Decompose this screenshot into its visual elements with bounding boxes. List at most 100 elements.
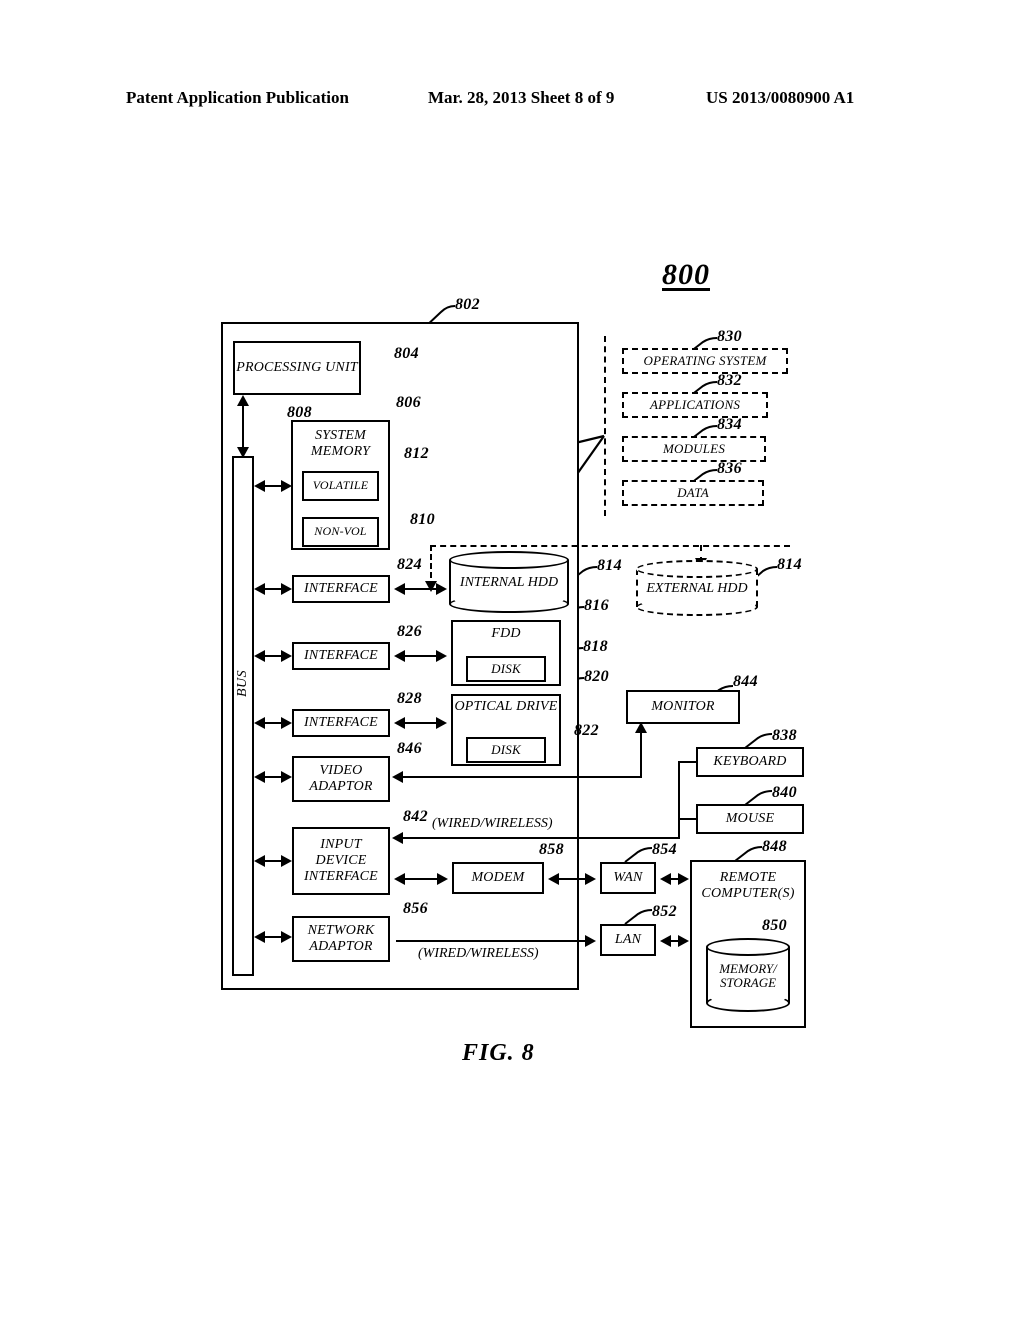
bus-memory-arrow-right [281, 480, 292, 492]
ref-840: 840 [772, 784, 797, 801]
input-kbd-mouse-line [396, 837, 680, 839]
input-modem-arrow-left [394, 873, 405, 885]
interface-optical-label: INTERFACE [304, 715, 378, 731]
lan-block: LAN [600, 924, 656, 956]
external-hdd-route-top [430, 545, 790, 547]
external-hdd-cylinder: EXTERNAL HDD [636, 560, 758, 616]
ref-814-external: 814 [777, 556, 802, 573]
ref-858: 858 [539, 841, 564, 858]
internal-hdd-cylinder: INTERNAL HDD [449, 551, 569, 613]
operating-system-label: OPERATING SYSTEM [643, 352, 767, 368]
memory-storage-top-ellipse [706, 938, 790, 956]
system-memory-label: SYSTEM MEMORY [310, 428, 371, 460]
video-adaptor-block: VIDEO ADAPTOR [292, 756, 390, 802]
interface-fdd-label: INTERFACE [304, 648, 378, 664]
modules-label: MODULES [662, 440, 726, 456]
if826-fdd-arrow-left [394, 650, 405, 662]
optical-disk-block: DISK [466, 737, 546, 763]
mouse-block: MOUSE [696, 804, 804, 834]
wan-label: WAN [613, 870, 643, 886]
wan-remote-arrow-left [660, 873, 671, 885]
modem-label: MODEM [471, 870, 525, 886]
modem-block: MODEM [452, 862, 544, 894]
keyboard-label: KEYBOARD [713, 754, 787, 770]
kbd-branch [678, 761, 698, 763]
bus-if824-arrow-right [281, 583, 292, 595]
bus-if824-arrow-left [254, 583, 265, 595]
fdd-disk-label: DISK [491, 660, 521, 676]
ref-826: 826 [397, 623, 422, 640]
if828-optical-arrow-right [436, 717, 447, 729]
external-hdd-bottom-ellipse [636, 598, 758, 616]
bus-video-arrow-left [254, 771, 265, 783]
internal-hdd-label: INTERNAL HDD [459, 575, 559, 591]
input-kbd-mouse-arrow-left [392, 832, 403, 844]
modem-wan-arrow-left [548, 873, 559, 885]
ref-844: 844 [733, 673, 758, 690]
publication-date-sheet-label: Mar. 28, 2013 Sheet 8 of 9 [428, 88, 615, 107]
monitor-block: MONITOR [626, 690, 740, 724]
video-monitor-arrow-left [392, 771, 403, 783]
if824-hdd-arrow-right [436, 583, 447, 595]
page-header: Patent Application Publication Mar. 28, … [0, 88, 1024, 114]
bus-if828-arrow-left [254, 717, 265, 729]
input-modem-arrow-right [437, 873, 448, 885]
modules-block: MODULES [622, 436, 766, 462]
memory-storage-bottom-ellipse [706, 994, 790, 1012]
external-hdd-label: EXTERNAL HDD [646, 581, 748, 597]
kbd-mouse-trunk [678, 762, 680, 838]
memory-storage-cylinder: MEMORY/ STORAGE [706, 938, 790, 1012]
wan-remote-arrow-right [678, 873, 689, 885]
bus-if826-arrow-left [254, 650, 265, 662]
bus-label: BUS [235, 669, 250, 697]
ref-824: 824 [397, 556, 422, 573]
video-monitor-arrow-up [635, 722, 647, 733]
processing-unit-label: PROCESSING UNIT [236, 360, 358, 376]
ref-822: 822 [574, 722, 599, 739]
bus-video-arrow-right [281, 771, 292, 783]
mouse-branch [678, 818, 698, 820]
network-adaptor-label: NETWORK ADAPTOR [307, 923, 375, 954]
applications-block: APPLICATIONS [622, 392, 768, 418]
input-device-interface-label: INPUT DEVICE INTERFACE [304, 837, 378, 884]
processing-unit-block: PROCESSING UNIT [233, 341, 361, 395]
external-hdd-route-arrow [425, 581, 437, 592]
ref-832: 832 [717, 372, 742, 389]
memory-storage-label: MEMORY/ STORAGE [719, 961, 777, 991]
if824-hdd-arrow-left [394, 583, 405, 595]
ref-854: 854 [652, 841, 677, 858]
modem-wan-arrow-right [585, 873, 596, 885]
bus-memory-arrow-left [254, 480, 265, 492]
ref-834: 834 [717, 416, 742, 433]
ref-816: 816 [584, 597, 609, 614]
non-volatile-memory-block: NON-VOL [302, 517, 379, 547]
data-block: DATA [622, 480, 764, 506]
if826-fdd-arrow-right [436, 650, 447, 662]
operating-system-block: OPERATING SYSTEM [622, 348, 788, 374]
interface-hdd-label: INTERFACE [304, 581, 378, 597]
bus-if828-arrow-right [281, 717, 292, 729]
ref-814-internal: 814 [597, 557, 622, 574]
ref-842: 842 [403, 808, 428, 825]
internal-hdd-bottom-ellipse [449, 595, 569, 613]
lan-remote-arrow-right [678, 935, 689, 947]
volatile-memory-block: VOLATILE [302, 471, 379, 501]
interface-hdd-block: INTERFACE [292, 575, 390, 603]
figure-caption: FIG. 8 [462, 1040, 535, 1066]
keyboard-block: KEYBOARD [696, 747, 804, 777]
bus-input-arrow-right [281, 855, 292, 867]
lan-label: LAN [614, 932, 642, 948]
data-label: DATA [677, 484, 709, 500]
ref-812: 812 [404, 445, 429, 462]
external-hdd-top-ellipse [636, 560, 758, 578]
network-lan-arrow-right [585, 935, 596, 947]
lan-remote-arrow-left [660, 935, 671, 947]
video-adaptor-label: VIDEO ADAPTOR [309, 763, 373, 794]
wired-wireless-note-top: (WIRED/WIRELESS) [432, 816, 553, 831]
fdd-disk-block: DISK [466, 656, 546, 682]
monitor-label: MONITOR [651, 699, 715, 715]
bus-input-arrow-left [254, 855, 265, 867]
video-monitor-vertical [640, 726, 642, 778]
ref-818: 818 [583, 638, 608, 655]
video-monitor-horizontal [396, 776, 642, 778]
